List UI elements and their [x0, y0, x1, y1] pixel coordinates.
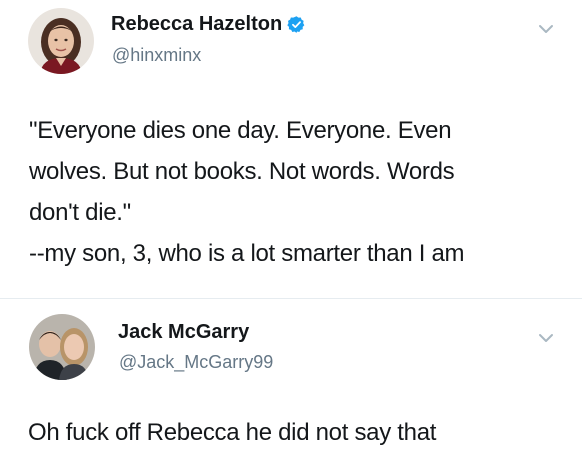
- author-name-row[interactable]: Jack McGarry: [118, 321, 249, 344]
- chevron-down-icon[interactable]: [537, 331, 555, 345]
- tweet-card: Rebecca Hazelton @hinxminx "Everyone die…: [0, 0, 582, 300]
- tweet-text-line: wolves. But not books. Not words. Words: [29, 158, 455, 185]
- tweet-text-line: "Everyone dies one day. Everyone. Even: [29, 117, 452, 144]
- tweet-text-line: don't die.": [29, 199, 131, 226]
- verified-badge-icon: [287, 15, 306, 34]
- avatar[interactable]: [28, 8, 94, 74]
- handle[interactable]: @Jack_McGarry99: [119, 352, 273, 373]
- handle[interactable]: @hinxminx: [112, 45, 201, 66]
- tweet-card: Jack McGarry @Jack_McGarry99 Oh fuck off…: [0, 300, 582, 455]
- author-name-row[interactable]: Rebecca Hazelton: [111, 13, 306, 36]
- chevron-down-icon[interactable]: [537, 22, 555, 36]
- tweet-text-line: --my son, 3, who is a lot smarter than I…: [29, 240, 465, 267]
- tweet-text-line: Oh fuck off Rebecca he did not say that: [28, 419, 437, 446]
- tweet-text: "Everyone dies one day. Everyone. Even w…: [29, 110, 465, 274]
- display-name[interactable]: Rebecca Hazelton: [111, 13, 282, 36]
- tweet-text: Oh fuck off Rebecca he did not say that: [28, 412, 436, 453]
- avatar[interactable]: [29, 314, 95, 380]
- divider: [0, 298, 582, 299]
- display-name[interactable]: Jack McGarry: [118, 321, 249, 344]
